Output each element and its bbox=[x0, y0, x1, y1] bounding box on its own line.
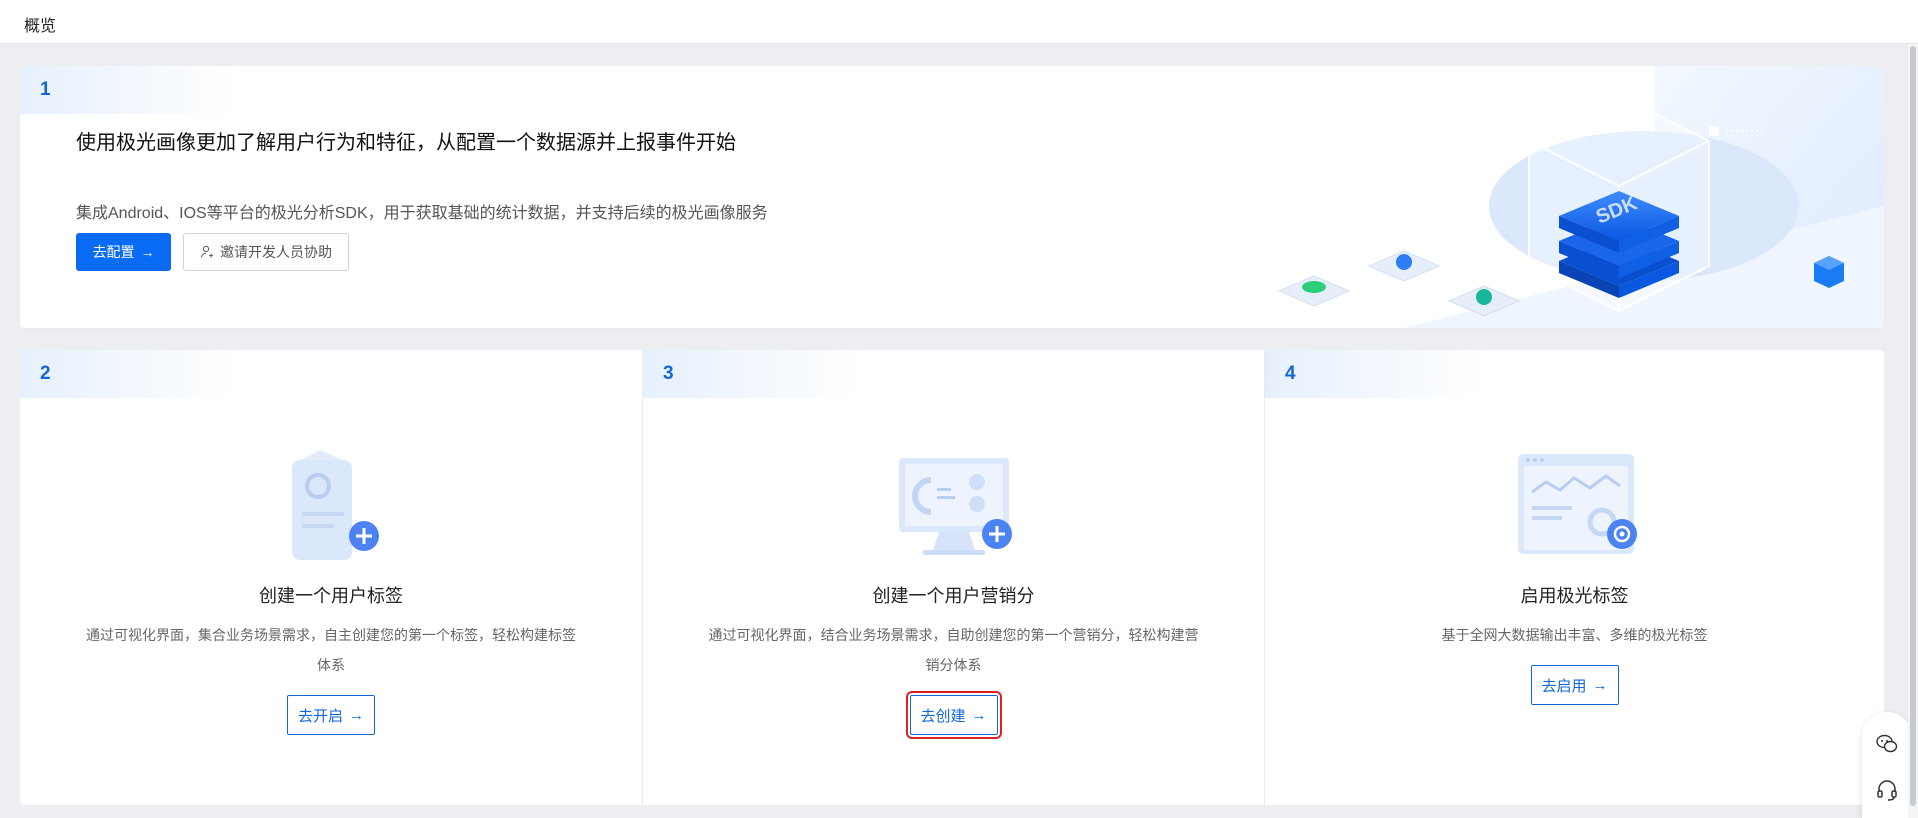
step-number: 2 bbox=[40, 363, 51, 384]
step-description: 通过可视化界面，集合业务场景需求，自主创建您的第一个标签，轻松构建标签体系 bbox=[86, 627, 576, 673]
setup-title: 使用极光画像更加了解用户行为和特征，从配置一个数据源并上报事件开始 bbox=[76, 132, 736, 154]
step-description: 通过可视化界面，结合业务场景需求，自助创建您的第一个营销分，轻松构建营销分体系 bbox=[708, 627, 1199, 673]
configure-button[interactable]: 去配置 → bbox=[76, 233, 171, 271]
create-marketing-label: 去创建 bbox=[920, 707, 966, 725]
step-title: 创建一个用户营销分 bbox=[872, 586, 1035, 606]
step-title: 启用极光标签 bbox=[1520, 586, 1629, 606]
step-card-jiguang-tag: 4 启用极光标签 基于全网大数据输出丰富、多维的极光标签 去启用 → bbox=[1264, 350, 1884, 805]
step-number-band bbox=[20, 66, 240, 114]
step-title: 创建一个用户标签 bbox=[259, 586, 403, 606]
dashboard-target-icon bbox=[1517, 454, 1637, 554]
monitor-add-icon bbox=[898, 458, 1012, 555]
top-bar: 概览 bbox=[0, 0, 1918, 44]
invite-developer-label: 邀请开发人员协助 bbox=[220, 244, 332, 260]
scrollbar-thumb[interactable] bbox=[1910, 46, 1916, 806]
wechat-icon[interactable] bbox=[1875, 732, 1899, 756]
enable-jiguang-tag-label: 去启用 bbox=[1541, 677, 1587, 695]
step-number-band bbox=[643, 350, 863, 398]
arrow-right-icon: → bbox=[1592, 676, 1608, 694]
setup-description: 集成Android、IOS等平台的极光分析SDK，用于获取基础的统计数据，并支持… bbox=[76, 205, 768, 222]
arrow-right-icon: → bbox=[349, 706, 365, 724]
page-title: 概览 bbox=[24, 18, 57, 35]
step-description: 基于全网大数据输出丰富、多维的极光标签 bbox=[1441, 627, 1708, 643]
setup-card: 1 使用极光画像更加了解用户行为和特征，从配置一个数据源并上报事件开始 集成An… bbox=[20, 66, 1884, 328]
arrow-right-icon: → bbox=[971, 706, 987, 724]
step-number-band bbox=[20, 350, 240, 398]
user-plus-icon bbox=[200, 245, 213, 258]
invite-developer-button[interactable]: 邀请开发人员协助 bbox=[183, 233, 349, 271]
configure-button-label: 去配置 bbox=[92, 244, 135, 260]
sdk-illustration: SDK bbox=[1277, 66, 1884, 328]
create-marketing-button[interactable]: 去创建 → bbox=[905, 691, 1002, 739]
tag-add-icon bbox=[292, 450, 379, 560]
floating-help-bar bbox=[1862, 712, 1912, 818]
headset-icon[interactable] bbox=[1875, 778, 1899, 802]
step-number-band bbox=[1265, 350, 1485, 398]
step-number: 4 bbox=[1285, 363, 1296, 384]
steps-row: 2 创建一个用户标签 通过可视化界面，集合业务场景需求，自主创建您的第一个标签，… bbox=[20, 350, 1884, 805]
arrow-right-icon: → bbox=[140, 244, 155, 260]
enable-jiguang-tag-button[interactable]: 去启用 → bbox=[1530, 665, 1619, 705]
step-number: 1 bbox=[40, 79, 51, 100]
step-card-tag: 2 创建一个用户标签 通过可视化界面，集合业务场景需求，自主创建您的第一个标签，… bbox=[20, 350, 642, 805]
enable-tag-button[interactable]: 去开启 → bbox=[286, 695, 376, 735]
enable-tag-label: 去开启 bbox=[297, 707, 344, 725]
step-card-marketing: 3 创建一个用户营销分 通过可视化界面，结合业务场景需求，自助创建您的第一个营销… bbox=[642, 350, 1264, 805]
step-number: 3 bbox=[663, 363, 674, 384]
